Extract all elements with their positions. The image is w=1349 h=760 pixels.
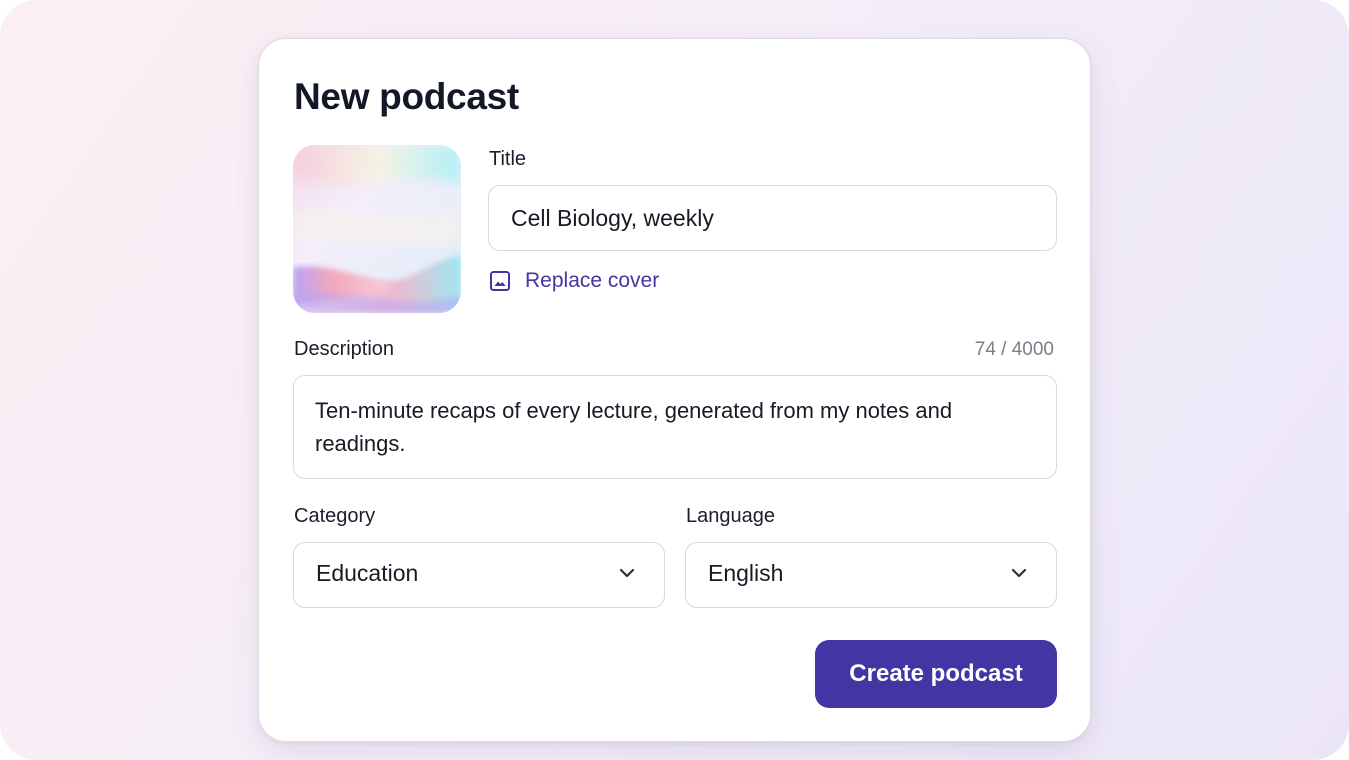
language-value: English: [708, 560, 784, 586]
category-label: Category: [294, 505, 376, 527]
cover-artwork: [293, 145, 461, 313]
create-podcast-button[interactable]: Create podcast: [815, 640, 1057, 708]
description-input[interactable]: Ten-minute recaps of every lecture, gene…: [294, 376, 1056, 478]
page-title: New podcast: [294, 76, 519, 117]
title-input[interactable]: [489, 186, 1056, 250]
character-counter: 74 / 4000: [974, 339, 1054, 360]
language-select[interactable]: English: [685, 542, 1057, 608]
new-podcast-dialog: New podcast Title Cell Biology, weekly R…: [258, 38, 1091, 742]
replace-cover-label: Replace cover: [525, 269, 660, 292]
replace-cover-button[interactable]: Replace cover: [489, 269, 659, 293]
image-icon: [489, 270, 511, 292]
page-background: New podcast Title Cell Biology, weekly R…: [0, 0, 1349, 760]
cover-image[interactable]: [293, 145, 461, 313]
title-label: Title: [489, 148, 527, 170]
description-label: Description: [294, 338, 395, 360]
description-field-box: Ten-minute recaps of every lecture, gene…: [293, 375, 1057, 479]
chevron-down-icon: [1010, 566, 1028, 580]
title-field-box: [488, 185, 1057, 251]
category-select[interactable]: Education: [293, 542, 665, 608]
category-value: Education: [316, 560, 419, 586]
language-label: Language: [686, 505, 775, 527]
chevron-down-icon: [618, 566, 636, 580]
